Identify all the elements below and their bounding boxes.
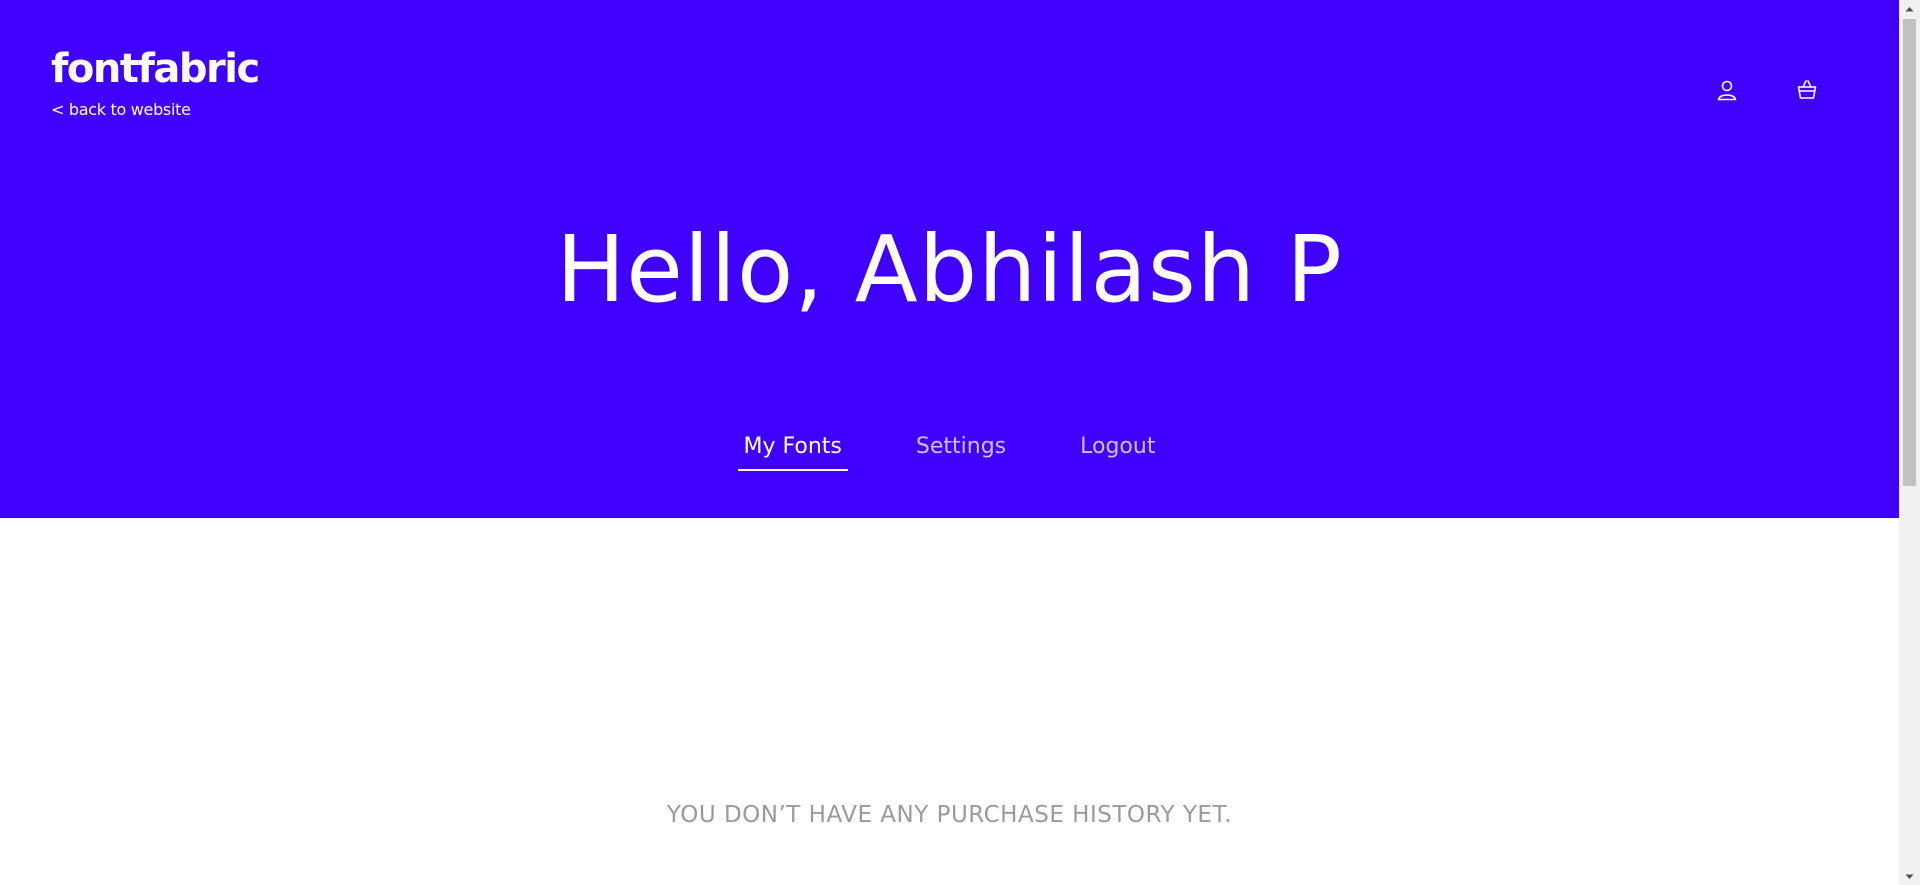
scroll-up-arrow-icon[interactable] [1899, 0, 1920, 17]
empty-purchase-history-message: YOU DON’T HAVE ANY PURCHASE HISTORY YET. [666, 802, 1233, 828]
account-hero: fontfabric < back to website Hello, Abhi… [0, 0, 1899, 518]
back-to-website-link[interactable]: < back to website [51, 100, 259, 120]
basket-icon[interactable] [1795, 78, 1819, 102]
fontfabric-logo[interactable]: fontfabric [51, 45, 260, 93]
scrollbar-thumb[interactable] [1903, 19, 1916, 486]
main-content: fontfabric < back to website Hello, Abhi… [0, 0, 1899, 885]
vertical-scrollbar[interactable] [1899, 0, 1920, 885]
page: fontfabric < back to website Hello, Abhi… [0, 0, 1920, 885]
header-actions [1715, 78, 1819, 102]
tab-logout[interactable]: Logout [1074, 432, 1161, 471]
greeting-title: Hello, Abhilash P [556, 216, 1343, 323]
account-tabs: My Fonts Settings Logout [0, 432, 1899, 471]
brand: fontfabric < back to website [51, 45, 260, 120]
tab-my-fonts[interactable]: My Fonts [737, 432, 848, 471]
user-icon[interactable] [1715, 78, 1739, 102]
scroll-down-arrow-icon[interactable] [1899, 868, 1920, 885]
tab-settings[interactable]: Settings [910, 432, 1012, 471]
